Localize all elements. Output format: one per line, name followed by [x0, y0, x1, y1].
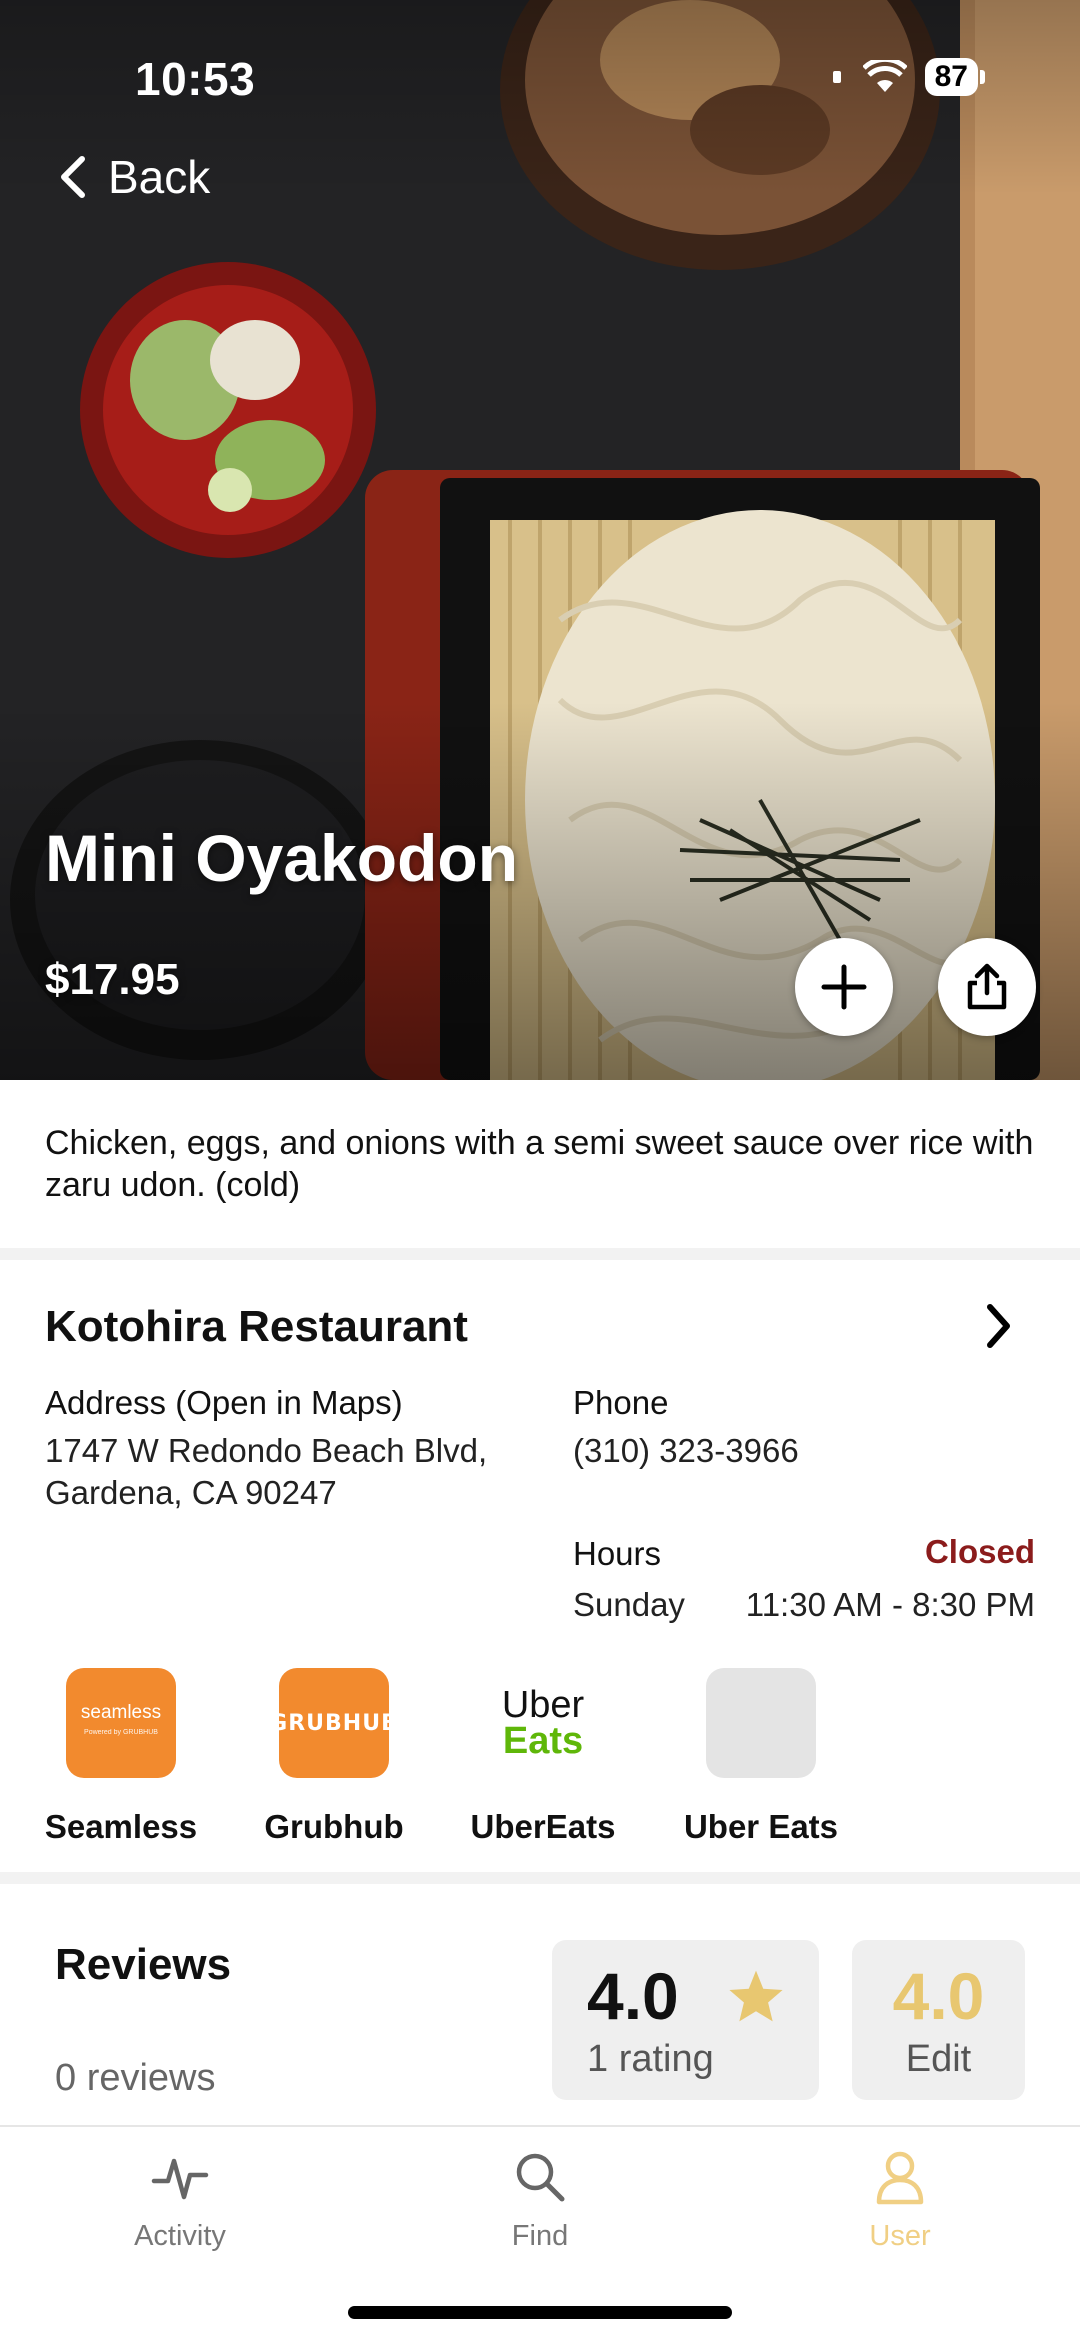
share-icon — [967, 963, 1007, 1010]
plus-icon — [821, 964, 867, 1010]
back-button[interactable]: Back — [58, 150, 210, 204]
wifi-icon — [862, 60, 907, 92]
home-indicator[interactable] — [348, 2306, 732, 2319]
dish-title: Mini Oyakodon — [45, 821, 519, 895]
tab-label: Find — [511, 2220, 569, 2252]
chevron-left-icon — [61, 156, 85, 198]
average-rating-card: 4.0 1 rating — [552, 1940, 819, 2100]
delivery-name: UberEats — [470, 1808, 616, 1845]
phone-number[interactable]: (310) 323-3966 — [573, 1430, 799, 1472]
section-divider — [0, 1872, 1080, 1884]
address-line1: 1747 W Redondo Beach Blvd, — [45, 1432, 488, 1469]
tab-activity[interactable]: Activity — [80, 2147, 280, 2253]
address-label[interactable]: Address (Open in Maps) — [45, 1384, 403, 1422]
tab-label: Activity — [134, 2220, 226, 2252]
section-divider — [0, 1248, 1080, 1260]
dish-price: $17.95 — [45, 955, 180, 1004]
rating-count: 1 rating — [587, 2038, 714, 2080]
ubereats-logo-line2: Eats — [502, 1720, 584, 1762]
hours-day: Sunday — [573, 1586, 685, 1623]
back-label: Back — [108, 151, 211, 203]
my-rating: 4.0 — [892, 1959, 985, 2033]
uber-eats-logo-placeholder — [706, 1668, 816, 1778]
delivery-name: Uber Eats — [683, 1808, 839, 1845]
user-icon — [876, 2151, 924, 2205]
hero-image: 10:53 87 Back Mini Oyakodon $17.95 — [0, 0, 1080, 1080]
grubhub-logo: GRUBHUB — [269, 1668, 398, 1778]
battery-tip — [980, 70, 985, 84]
status-time: 10:53 — [135, 53, 256, 105]
ubereats-logo: Uber Eats — [488, 1668, 598, 1778]
reviews-count[interactable]: 0 reviews — [55, 2057, 216, 2100]
tab-label: User — [869, 2220, 931, 2252]
edit-rating-button[interactable]: Edit — [852, 2038, 1025, 2081]
star-icon — [729, 1970, 783, 2022]
delivery-name: Seamless — [44, 1808, 198, 1845]
hours-time: 11:30 AM - 8:30 PM — [745, 1586, 1035, 1623]
tab-user[interactable]: User — [800, 2147, 1000, 2253]
dish-description: Chicken, eggs, and onions with a semi sw… — [45, 1124, 1034, 1204]
seamless-logo-text: seamless — [80, 1702, 162, 1723]
my-rating-card[interactable]: 4.0 Edit — [852, 1940, 1025, 2100]
phone-label: Phone — [573, 1384, 669, 1421]
tab-find[interactable]: Find — [440, 2147, 640, 2253]
seamless-logo-sub: Powered by GRUBHUB — [84, 1729, 158, 1736]
grubhub-logo-text: GRUBHUB — [269, 1710, 399, 1736]
status-icons: 87 — [829, 58, 985, 96]
address-line2: Gardena, CA 90247 — [45, 1474, 337, 1511]
restaurant-name[interactable]: Kotohira Restaurant — [45, 1302, 468, 1352]
add-button[interactable] — [795, 938, 893, 1036]
delivery-uber-eats[interactable]: Uber Eats — [661, 1668, 861, 1846]
delivery-grubhub[interactable]: GRUBHUB Grubhub — [234, 1668, 434, 1846]
battery-indicator: 87 — [924, 58, 978, 96]
activity-icon — [151, 2158, 209, 2200]
reviews-title: Reviews — [55, 1940, 232, 1989]
seamless-logo: seamless Powered by GRUBHUB — [66, 1668, 176, 1778]
search-icon — [516, 2153, 565, 2202]
hours-label: Hours — [573, 1535, 662, 1572]
ubereats-logo-line1: Uber — [501, 1684, 585, 1726]
delivery-seamless[interactable]: seamless Powered by GRUBHUB Seamless — [21, 1668, 221, 1846]
chevron-right-icon[interactable] — [985, 1302, 1013, 1350]
average-rating: 4.0 — [587, 1959, 679, 2033]
delivery-name: Grubhub — [264, 1808, 404, 1845]
delivery-ubereats[interactable]: Uber Eats UberEats — [443, 1668, 643, 1846]
signal-icon — [832, 71, 841, 83]
share-button[interactable] — [938, 938, 1036, 1036]
open-status-badge: Closed — [924, 1533, 1035, 1570]
